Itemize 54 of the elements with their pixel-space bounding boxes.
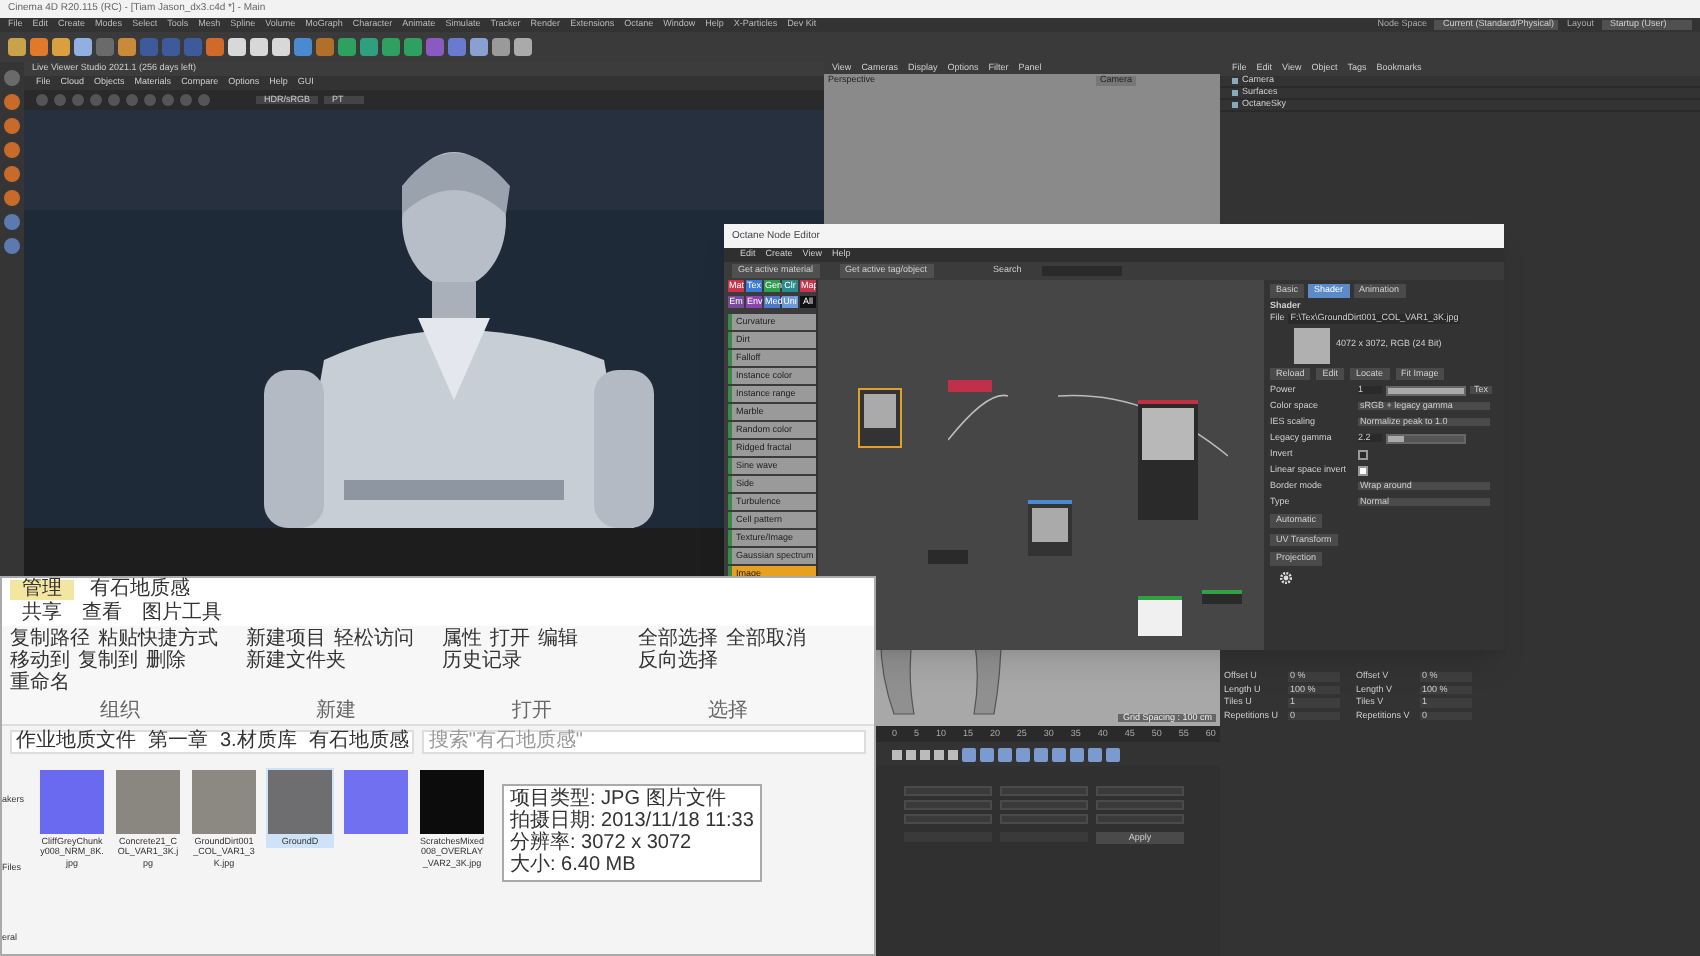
ribbon-button[interactable]: 重命名 [10,674,70,694]
multiply-node[interactable] [948,380,992,392]
thumbnail [344,770,408,834]
coordinate-field[interactable] [1096,800,1184,810]
ribbon-button[interactable]: 反向选择 [638,652,718,672]
thumbnail [40,770,104,834]
ribbon-button[interactable]: 新建项目 [246,630,326,650]
thumbnail [116,770,180,834]
file-tooltip: 项目类型: JPG 图片文件 拍摄日期: 2013/11/18 11:33 分辨率: 3072 x 3072 大小: 6.40 MB [502,784,762,882]
thumbnail [268,770,332,834]
image-tile[interactable] [342,768,410,836]
material-node[interactable] [1138,400,1198,520]
ribbon-button[interactable]: 复制到 [78,652,138,672]
image-node[interactable] [1028,500,1072,556]
normal-node[interactable] [1138,596,1182,636]
ribbon-button[interactable]: 删除 [146,652,186,672]
group-label: 选择 [708,702,748,722]
gear-icon[interactable] [1278,569,1294,585]
ribbon-button[interactable]: 全部选择 [638,630,718,650]
texture-thumbnail [1294,327,1330,363]
window-title: 有石地质感 [90,580,190,600]
ribbon-button[interactable]: 打开 [490,630,530,650]
ribbon-button[interactable]: 编辑 [538,630,578,650]
ribbon-tab[interactable]: 查看 [82,604,122,624]
coordinate-field[interactable] [904,800,992,810]
address-bar[interactable]: 作业地质文件 第一章 3.材质库 有石地质感 [10,729,415,753]
coordinate-field[interactable] [904,814,992,824]
context-tab[interactable]: 管理 [10,580,74,600]
ribbon-tab[interactable]: 共享 [22,604,62,624]
coordinate-field[interactable] [1000,800,1088,810]
coordinate-field[interactable] [904,786,992,796]
thumbnail [420,770,484,834]
coordinate-field[interactable] [1096,786,1184,796]
group-label: 新建 [316,702,356,722]
image-node[interactable] [858,388,902,448]
ribbon-button[interactable]: 全部取消 [726,630,806,650]
coordinate-field[interactable] [1096,814,1184,824]
checkbox[interactable] [1358,465,1368,475]
ribbon-button[interactable]: 属性 [442,630,482,650]
float-node[interactable] [928,550,968,564]
ribbon-button[interactable]: 轻松访问 [334,630,414,650]
thumbnail [192,770,256,834]
ribbon-button[interactable]: 新建文件夹 [246,652,346,672]
output-node[interactable] [1202,590,1242,604]
coordinate-field[interactable] [1000,786,1088,796]
ribbon-button[interactable]: 历史记录 [442,652,522,672]
ribbon-button[interactable]: 移动到 [10,652,70,672]
coordinate-field[interactable] [1000,814,1088,824]
group-label: 打开 [512,702,552,722]
ribbon-button[interactable]: 粘贴快捷方式 [98,630,218,650]
group-label: 组织 [100,702,140,722]
checkbox[interactable] [1358,449,1368,459]
ribbon-button[interactable]: 复制路径 [10,630,90,650]
ribbon-tab[interactable]: 图片工具 [142,604,222,624]
